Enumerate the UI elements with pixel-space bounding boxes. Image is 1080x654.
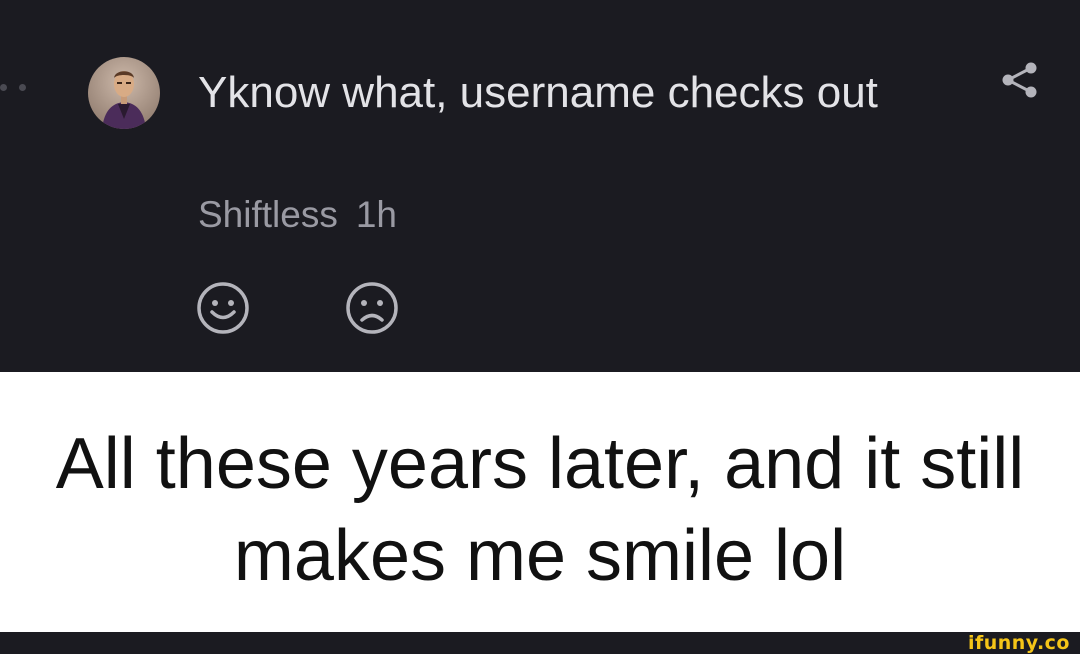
smiley-face-icon xyxy=(197,282,249,334)
comment-text: Yknow what, username checks out xyxy=(198,68,878,117)
smile-reaction-button[interactable] xyxy=(195,280,251,336)
avatar-image xyxy=(88,57,160,129)
comment-meta: Shiftless 1h xyxy=(198,193,397,237)
watermark-logo: ifunny.co xyxy=(967,632,1070,654)
comment-timestamp: 1h xyxy=(355,194,397,235)
thread-dot xyxy=(19,84,26,91)
frown-reaction-button[interactable] xyxy=(344,280,400,336)
avatar[interactable] xyxy=(88,57,160,129)
thread-dot xyxy=(0,84,7,91)
frowning-face-icon xyxy=(346,282,398,334)
footer-bar xyxy=(0,632,1080,654)
comment-card: Yknow what, username checks out Shiftles… xyxy=(0,0,1080,372)
meme-caption: All these years later, and it still make… xyxy=(55,424,1025,596)
comment-author[interactable]: Shiftless xyxy=(198,194,338,235)
share-icon xyxy=(1002,62,1037,98)
thread-indent-dots xyxy=(0,84,26,91)
share-button[interactable] xyxy=(998,58,1040,102)
